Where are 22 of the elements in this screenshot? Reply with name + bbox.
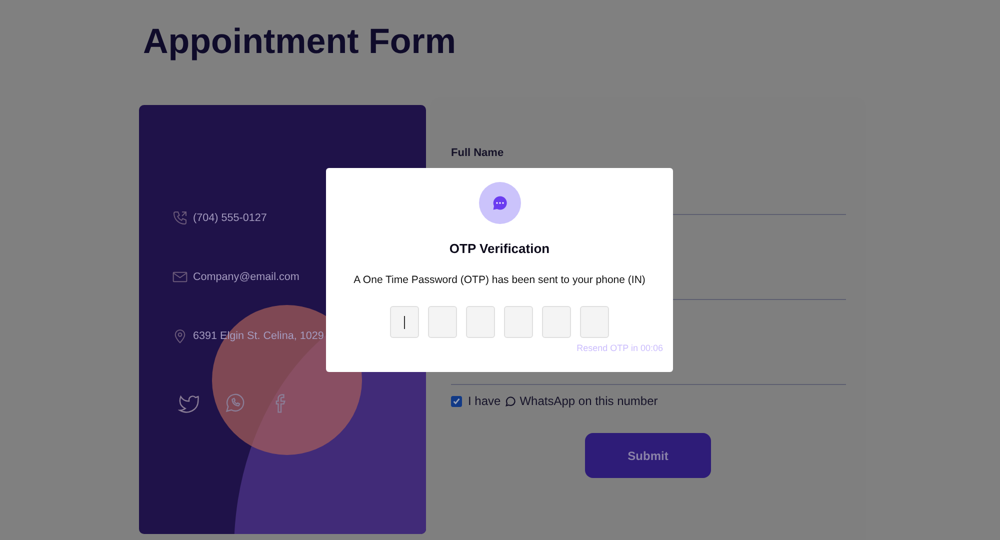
otp-digit-field[interactable] bbox=[504, 306, 533, 338]
otp-digit-field[interactable] bbox=[428, 306, 457, 338]
location-pin-icon bbox=[172, 328, 188, 344]
phone-icon bbox=[172, 210, 188, 226]
chat-bubble-icon bbox=[478, 182, 520, 224]
otp-digit-field[interactable] bbox=[466, 306, 495, 338]
otp-digit-field[interactable] bbox=[580, 306, 609, 338]
page-title: Appointment Form bbox=[142, 21, 458, 63]
otp-digit-field[interactable] bbox=[542, 306, 571, 338]
dialog-title: OTP Verification bbox=[449, 241, 550, 256]
dialog-message: A One Time Password (OTP) has been sent to your phone (IN) bbox=[354, 274, 646, 286]
contact-text: Company@email.com bbox=[193, 271, 300, 283]
checkbox-label: WhatsApp on this number bbox=[520, 394, 658, 408]
otp-digit-field[interactable] bbox=[390, 306, 419, 338]
whatsapp-checkbox[interactable] bbox=[451, 396, 462, 406]
submit-button[interactable]: Submit bbox=[585, 433, 711, 478]
whatsapp-icon[interactable] bbox=[224, 392, 246, 414]
whatsapp-icon bbox=[504, 396, 516, 406]
field-label: Full Name bbox=[451, 147, 505, 159]
contact-text: (704) 555-0127 bbox=[193, 212, 267, 224]
checkbox-label: I have bbox=[468, 394, 501, 408]
email-icon bbox=[172, 269, 188, 285]
